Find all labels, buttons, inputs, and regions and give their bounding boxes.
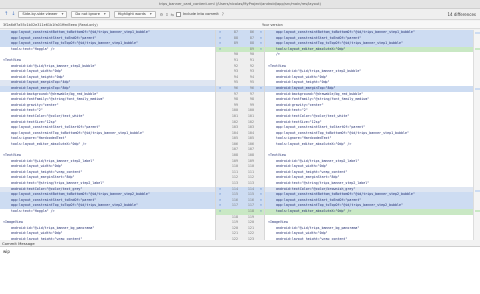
code-line[interactable]: android:layout_height="wrap_content" [0, 236, 215, 240]
include-into-commit-checkbox[interactable] [175, 11, 181, 17]
window-title: trips_banner_card_content.xml (/Users/ni… [0, 0, 480, 9]
ignore-mode-value: Do not ignore [75, 11, 100, 16]
left-line-number: 122 [231, 236, 238, 240]
toolbar: ↑ ↓ Side-by-side viewer ▾ Do not ignore … [0, 9, 480, 20]
collapse-icon[interactable]: ⇕ [165, 12, 168, 17]
previous-difference-button[interactable]: ↑ [4, 9, 8, 20]
chevron-down-icon: ▾ [103, 11, 106, 16]
viewer-mode-select[interactable]: Side-by-side viewer ▾ [18, 10, 68, 18]
viewer-mode-value: Side-by-side viewer [22, 11, 58, 16]
sync-scroll-icon[interactable]: ⇆ [171, 12, 174, 17]
highlight-mode-select[interactable]: Highlight words ▾ [113, 10, 156, 18]
next-difference-button[interactable]: ↓ [11, 9, 15, 20]
pane-headers: 3f2a6df7a55c1b02e311e61b1fa01ffed5eea (R… [0, 21, 480, 29]
help-icon[interactable]: ? [222, 12, 224, 17]
diff-marker [475, 32, 480, 34]
diff-marker [475, 190, 480, 192]
chevron-down-icon: ▾ [149, 11, 152, 16]
diff-window: trips_banner_card_content.xml (/Users/ni… [0, 0, 480, 294]
commit-message-text: wip [3, 249, 10, 254]
include-into-commit-label: Include into commit [182, 12, 219, 16]
diff-scroll-indicator[interactable] [473, 30, 480, 240]
right-pane-title: Your version [262, 23, 283, 27]
left-pane-title: 3f2a6df7a55c1b02e311e61b1fa01ffed5eea (R… [3, 23, 98, 27]
difference-count: 14 differences [447, 12, 476, 17]
right-code-pane[interactable]: app:layout_constraintBottom_toBottomOf="… [265, 30, 473, 240]
diff-marker [475, 210, 480, 212]
left-code-pane[interactable]: app:layout_constraintBottom_toBottomOf="… [0, 30, 215, 240]
commit-message-input[interactable]: wip [0, 246, 480, 294]
right-line-number: 123 [247, 236, 254, 240]
highlight-mode-value: Highlight words [117, 11, 146, 16]
ignore-mode-select[interactable]: Do not ignore ▾ [71, 10, 110, 18]
chevron-down-icon: ▾ [61, 11, 64, 16]
gutter-row: 122 123 [216, 237, 264, 240]
settings-icon[interactable]: ⚙ [160, 12, 164, 17]
diff-marker [475, 48, 480, 50]
line-number-gutter: 87 86» «88 87» «89 88» «89» «90 90 91 91 92 92 93 93 94… [215, 30, 265, 240]
diff-marker [475, 88, 480, 90]
code-line[interactable]: android:layout_height="wrap_content" [265, 236, 473, 240]
